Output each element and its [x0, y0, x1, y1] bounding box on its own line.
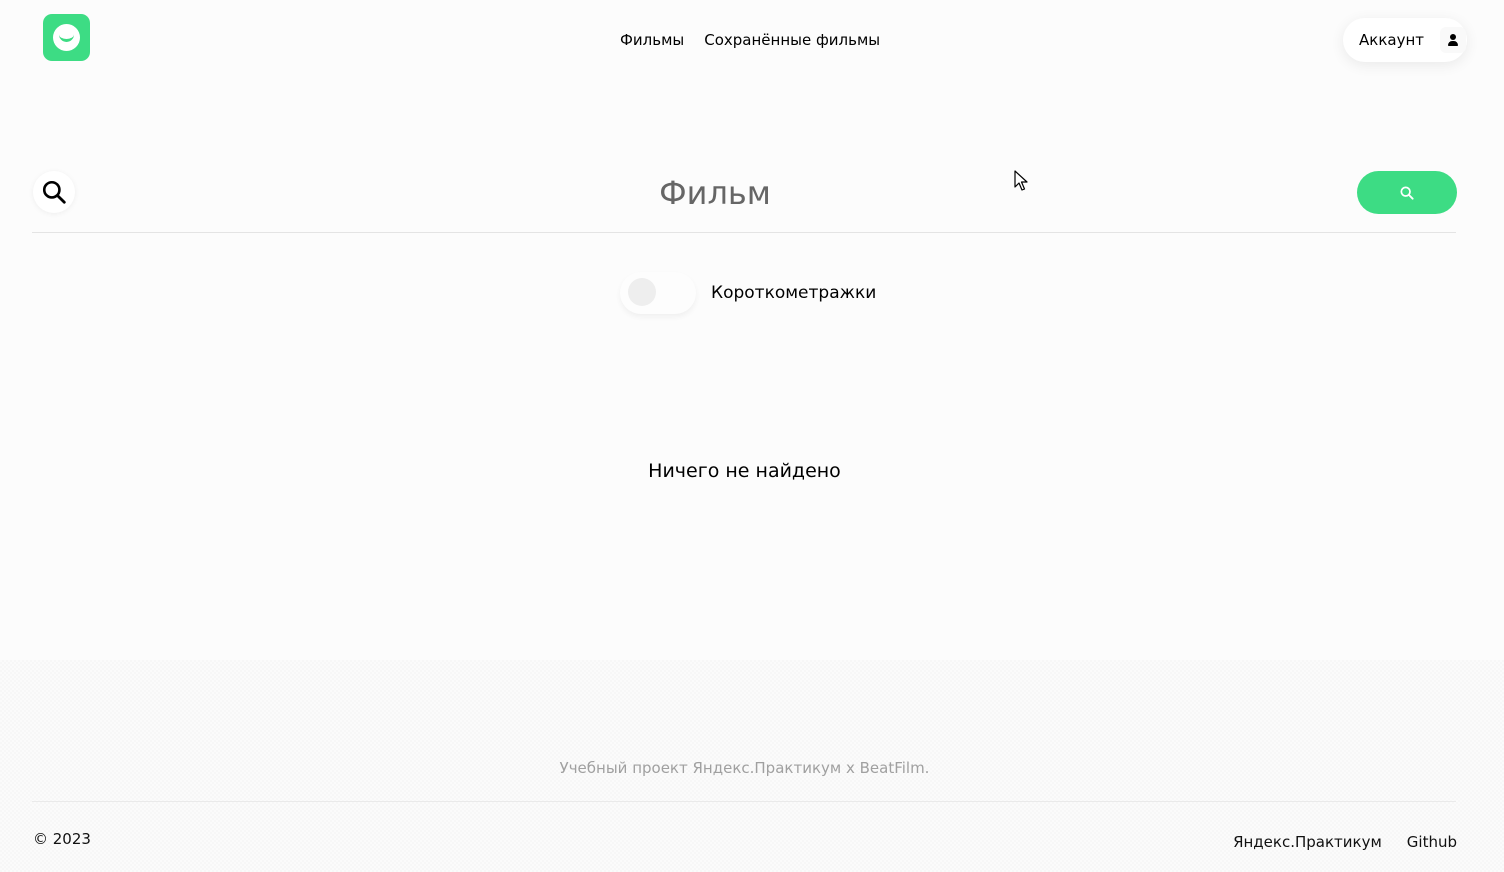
search-input[interactable]: [100, 165, 1330, 221]
shorts-toggle-label: Короткометражки: [711, 283, 877, 303]
account-button[interactable]: Аккаунт: [1343, 18, 1467, 62]
footer-note: Учебный проект Яндекс.Практикум х BeatFi…: [559, 759, 930, 777]
account-label: Аккаунт: [1359, 31, 1424, 49]
footer-divider: [32, 801, 1456, 802]
nav-link-saved-movies[interactable]: Сохранённые фильмы: [704, 31, 880, 49]
footer-link-practicum[interactable]: Яндекс.Практикум: [1233, 833, 1382, 851]
shorts-toggle[interactable]: [620, 272, 696, 314]
copyright: © 2023: [33, 830, 91, 848]
logo[interactable]: [43, 14, 90, 61]
user-icon: [1440, 27, 1466, 53]
search-button[interactable]: [1357, 171, 1457, 214]
mouse-cursor-icon: [1014, 170, 1028, 191]
empty-results-message: Ничего не найдено: [648, 460, 841, 482]
page: Фильмы Сохранённые фильмы Аккаунт Коротк…: [0, 0, 1504, 872]
toggle-knob: [628, 278, 656, 306]
search-divider: [32, 232, 1456, 233]
footer-link-github[interactable]: Github: [1407, 833, 1457, 851]
search-button-icon: [1400, 185, 1414, 200]
search-icon: [33, 171, 75, 213]
smile-logo-icon: [53, 24, 80, 51]
footer: Учебный проект Яндекс.Практикум х BeatFi…: [0, 660, 1504, 872]
shorts-filter: Короткометражки: [620, 272, 876, 314]
nav-link-movies[interactable]: Фильмы: [620, 31, 684, 49]
footer-links: Яндекс.Практикум Github: [1233, 833, 1457, 851]
main-nav: Фильмы Сохранённые фильмы: [620, 31, 880, 49]
